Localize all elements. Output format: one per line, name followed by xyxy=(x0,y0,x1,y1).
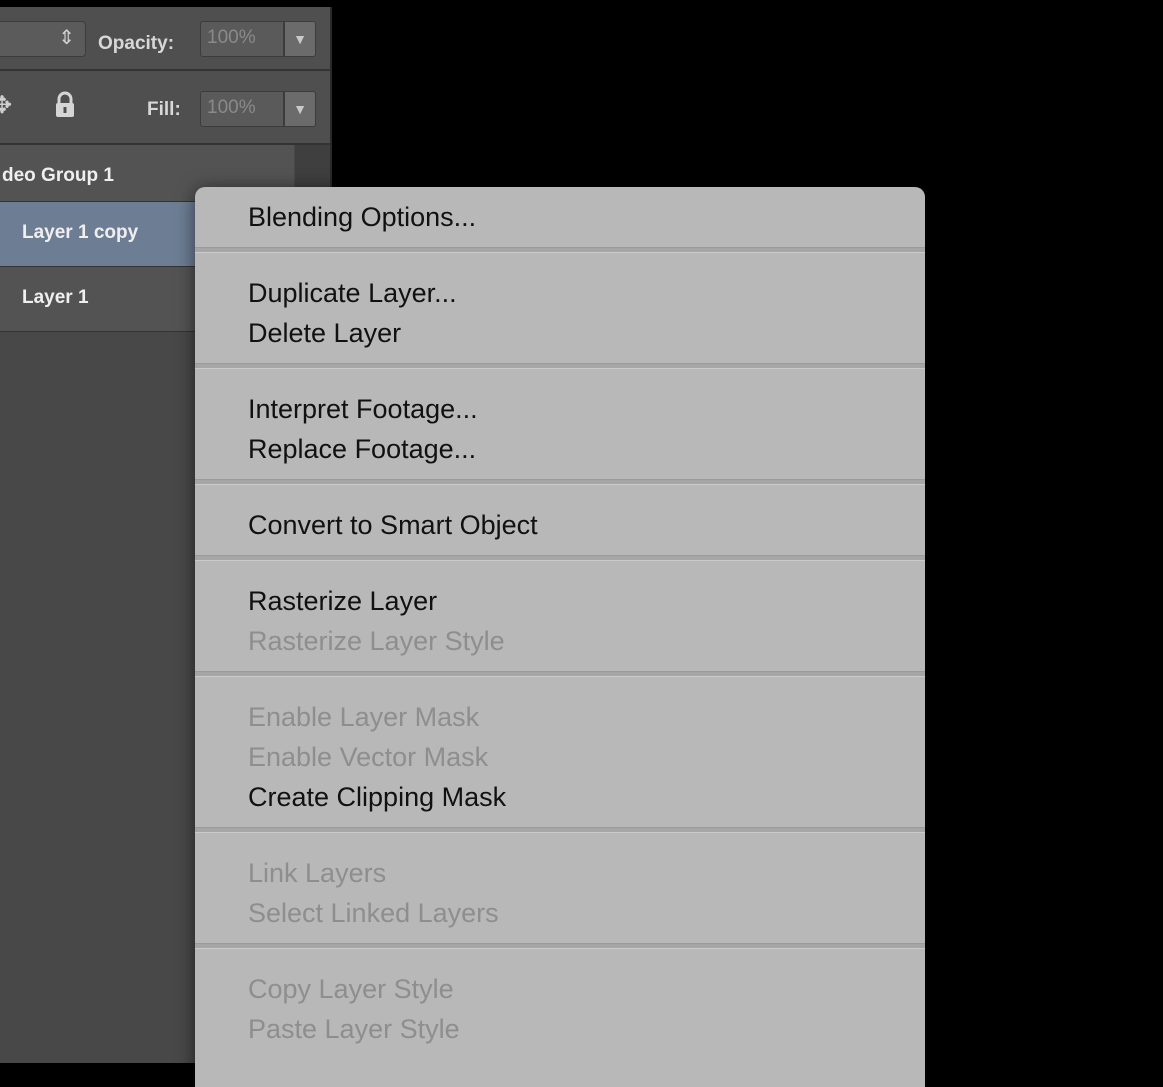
layer-name: Layer 1 xyxy=(22,287,89,308)
menu-separator xyxy=(195,363,925,369)
opacity-row: ⇕ Opacity: 100% ▼ xyxy=(0,7,330,71)
menu-separator xyxy=(195,943,925,949)
menu-item-enable-vector-mask: Enable Vector Mask xyxy=(248,742,489,772)
menu-separator xyxy=(195,671,925,677)
menu-separator xyxy=(195,479,925,485)
menu-item-select-linked-layers: Select Linked Layers xyxy=(248,898,499,928)
menu-item-copy-layer-style: Copy Layer Style xyxy=(248,974,454,1004)
layer-context-menu: Blending Options... Duplicate Layer... Del… xyxy=(195,187,925,1087)
opacity-value: 100% xyxy=(207,27,256,48)
menu-item-enable-layer-mask: Enable Layer Mask xyxy=(248,702,480,732)
chevron-down-icon: ▼ xyxy=(293,101,307,117)
menu-item-blending-options[interactable]: Blending Options... xyxy=(195,197,925,237)
lock-position-icon[interactable]: ✥ xyxy=(0,91,12,120)
blend-mode-select[interactable]: ⇕ xyxy=(0,21,86,57)
opacity-field[interactable]: 100% xyxy=(200,21,284,57)
menu-item-rasterize-layer-style: Rasterize Layer Style xyxy=(248,626,505,656)
menu-item-rasterize-layer[interactable]: Rasterize Layer xyxy=(195,581,925,621)
menu-item-link-layers: Link Layers xyxy=(248,858,387,888)
menu-item-convert-to-smart-object[interactable]: Convert to Smart Object xyxy=(195,505,925,545)
menu-separator xyxy=(195,827,925,833)
menu-item-create-clipping-mask[interactable]: Create Clipping Mask xyxy=(195,777,925,817)
panel-top-border xyxy=(0,0,332,7)
lock-all-icon[interactable] xyxy=(54,91,76,124)
fill-field[interactable]: 100% xyxy=(200,91,284,127)
fill-value: 100% xyxy=(207,97,256,118)
layer-name: deo Group 1 xyxy=(2,165,114,186)
lock-fill-row: ✥ Fill: 100% ▼ xyxy=(0,71,330,145)
chevron-down-icon: ▼ xyxy=(293,31,307,47)
menu-item-interpret-footage[interactable]: Interpret Footage... xyxy=(195,389,925,429)
fill-dropdown-button[interactable]: ▼ xyxy=(284,91,316,127)
layer-name: Layer 1 copy xyxy=(22,222,139,243)
up-down-arrows-icon: ⇕ xyxy=(58,27,75,49)
menu-separator xyxy=(195,555,925,561)
menu-item-replace-footage[interactable]: Replace Footage... xyxy=(195,429,925,469)
opacity-label: Opacity: xyxy=(98,33,175,54)
menu-separator xyxy=(195,247,925,253)
menu-item-delete-layer[interactable]: Delete Layer xyxy=(195,313,925,353)
menu-item-duplicate-layer[interactable]: Duplicate Layer... xyxy=(195,273,925,313)
menu-item-paste-layer-style: Paste Layer Style xyxy=(248,1014,460,1044)
opacity-dropdown-button[interactable]: ▼ xyxy=(284,21,316,57)
fill-label: Fill: xyxy=(147,99,181,120)
